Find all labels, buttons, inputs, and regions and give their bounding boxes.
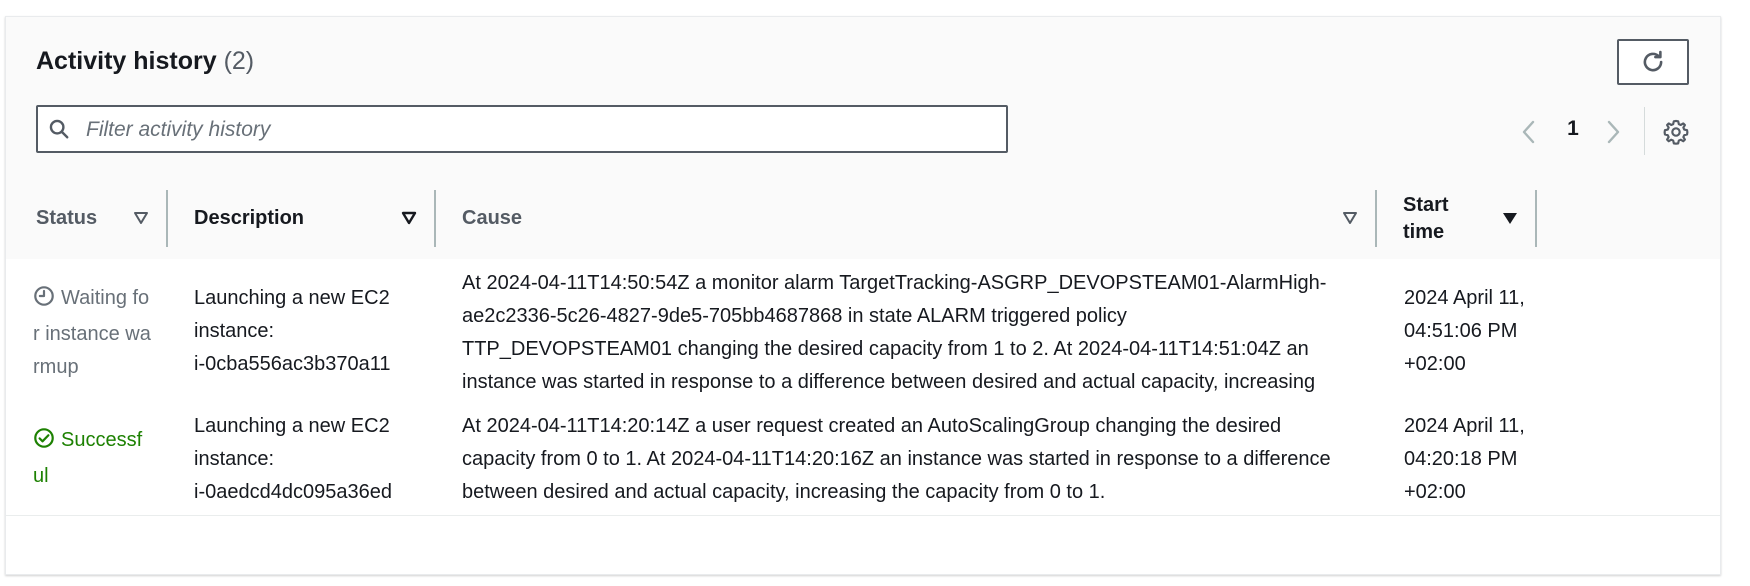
table-row: Waiting for instance warmup Launching a … bbox=[6, 259, 1720, 426]
title-count: (2) bbox=[223, 47, 255, 75]
column-header-status[interactable]: Status bbox=[36, 178, 136, 259]
chevron-left-icon bbox=[1522, 120, 1535, 144]
instance-id: i-0aedcd4dc095a36ed bbox=[194, 481, 392, 503]
panel-header: Activity history (2) 1 bbox=[6, 17, 1720, 179]
description-cell: Launching a new EC2 instance: i-0cba556a… bbox=[194, 282, 414, 381]
chevron-right-icon bbox=[1607, 120, 1620, 144]
search-icon bbox=[49, 119, 69, 139]
status-cell: Successful bbox=[33, 424, 151, 493]
description-text: Launching a new EC2 instance: bbox=[194, 415, 390, 470]
start-time-cell: 2024 April 11, 04:51:06 PM +02:00 bbox=[1404, 287, 1525, 375]
column-label-cause: Cause bbox=[462, 207, 523, 229]
title-text: Activity history bbox=[36, 47, 217, 75]
column-divider[interactable] bbox=[1375, 190, 1377, 247]
clock-icon bbox=[33, 285, 55, 318]
start-time-cell: 2024 April 11, 04:20:18 PM +02:00 bbox=[1404, 415, 1525, 503]
column-divider[interactable] bbox=[434, 190, 436, 247]
column-header-start-time[interactable]: Start time bbox=[1403, 178, 1483, 259]
sort-icon[interactable] bbox=[1342, 211, 1358, 230]
column-header-cause[interactable]: Cause bbox=[462, 178, 662, 259]
activity-history-panel: Activity history (2) 1 bbox=[5, 16, 1721, 575]
column-label-start-time: Start time bbox=[1403, 193, 1449, 243]
pager-divider bbox=[1644, 107, 1645, 155]
refresh-button[interactable] bbox=[1617, 39, 1689, 85]
column-label-status: Status bbox=[36, 207, 98, 229]
gear-icon bbox=[1663, 119, 1689, 145]
sort-descending-icon[interactable] bbox=[1502, 211, 1518, 230]
next-page-button[interactable] bbox=[1603, 119, 1623, 150]
previous-page-button[interactable] bbox=[1519, 119, 1539, 150]
column-divider[interactable] bbox=[1535, 190, 1537, 247]
description-text: Launching a new EC2 instance: bbox=[194, 287, 390, 342]
status-cell: Waiting for instance warmup bbox=[33, 282, 151, 384]
description-cell: Launching a new EC2 instance: i-0aedcd4d… bbox=[194, 410, 414, 509]
column-header-description[interactable]: Description bbox=[194, 178, 394, 259]
search-input[interactable] bbox=[84, 113, 988, 147]
preferences-button[interactable] bbox=[1663, 119, 1689, 150]
cause-cell: At 2024-04-11T14:20:14Z a user request c… bbox=[462, 415, 1331, 503]
column-label-description: Description bbox=[194, 207, 305, 229]
instance-id: i-0cba556ac3b370a11 bbox=[194, 353, 391, 375]
refresh-icon bbox=[1643, 50, 1663, 72]
table-row: Successful Launching a new EC2 instance:… bbox=[6, 401, 1720, 516]
column-divider[interactable] bbox=[166, 190, 168, 247]
page-title: Activity history (2) bbox=[36, 47, 254, 76]
search-box bbox=[36, 105, 1008, 153]
sort-icon[interactable] bbox=[133, 211, 149, 230]
check-circle-icon bbox=[33, 427, 55, 460]
table-header: Status Description Cause Start time bbox=[6, 178, 1720, 260]
sort-icon[interactable] bbox=[401, 211, 417, 230]
page-number[interactable]: 1 bbox=[1561, 117, 1585, 141]
